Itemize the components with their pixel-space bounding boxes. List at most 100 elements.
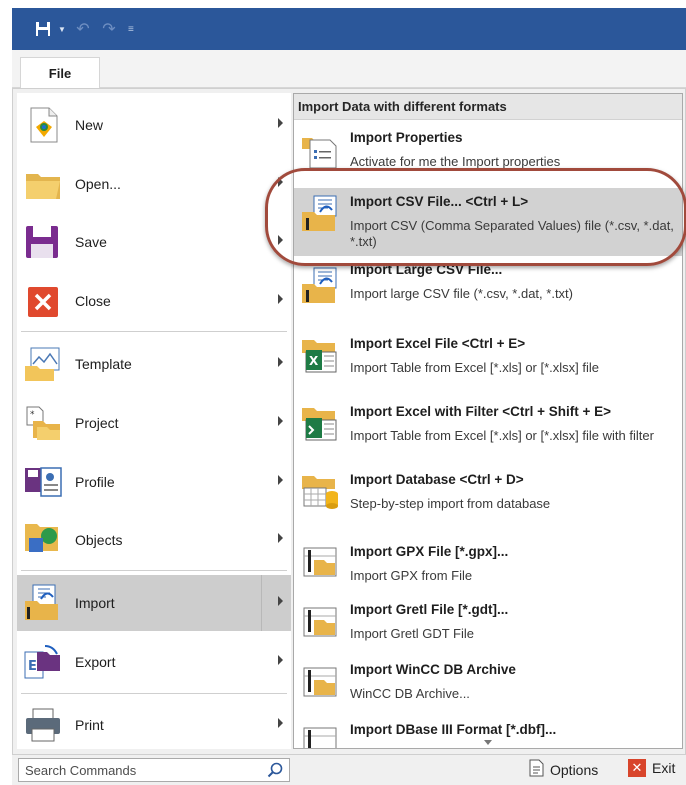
chevron-right-icon: [278, 235, 283, 245]
title-bar: ▼ ↶ ↷ ≡: [12, 8, 686, 50]
menu-item-export[interactable]: E Export: [17, 634, 291, 690]
submenu-item-description: Import CSV (Comma Separated Values) file…: [350, 218, 674, 249]
menu-item-label: Print: [75, 717, 104, 733]
options-icon: [528, 759, 544, 780]
import-excel-icon: X: [300, 334, 340, 374]
exit-button[interactable]: ✕ Exit: [628, 759, 675, 777]
submenu-item-title: Import Gretl File [*.gdt]...: [350, 602, 509, 617]
submenu-item-description: Import Table from Excel [*.xls] or [*.xl…: [350, 360, 599, 375]
export-icon: E: [23, 642, 63, 682]
submenu-item-title: Import DBase III Format [*.dbf]...: [350, 722, 557, 737]
menu-item-new[interactable]: New: [17, 97, 291, 153]
submenu-item-title: Import GPX File [*.gpx]...: [350, 544, 509, 559]
left-command-list: New Open... Save Close Template * Projec…: [17, 93, 291, 749]
close-icon: [23, 281, 63, 321]
menu-item-close[interactable]: Close: [17, 273, 291, 329]
profile-icon: [23, 462, 63, 502]
submenu-item-title: Import Database <Ctrl + D>: [350, 472, 524, 487]
search-placeholder: Search Commands: [25, 762, 137, 778]
import-csv-icon: [300, 194, 340, 234]
submenu-item-import-csv[interactable]: Import CSV File... <Ctrl + L> Import CSV…: [294, 188, 682, 256]
objects-icon: [23, 520, 63, 560]
backstage-footer: Search Commands Options ✕ Exit: [12, 755, 686, 785]
menu-item-label: Template: [75, 356, 132, 372]
project-icon: *: [23, 403, 63, 443]
menu-item-label: Project: [75, 415, 119, 431]
import-gretl-icon: [300, 598, 340, 638]
folder-open-icon: [23, 164, 63, 204]
chevron-right-icon: [278, 416, 283, 426]
menu-item-label: Export: [75, 654, 116, 670]
search-icon[interactable]: [267, 762, 283, 781]
save-icon: [23, 222, 63, 262]
customize-toolbar-icon[interactable]: ≡: [128, 24, 134, 35]
divider: [21, 570, 287, 571]
options-button[interactable]: Options: [528, 759, 598, 780]
submenu-item-description: Activate for me the Import properties: [350, 154, 561, 169]
chevron-down-icon[interactable]: ▼: [58, 25, 68, 34]
chevron-right-icon: [278, 655, 283, 665]
submenu-item-description: WinCC DB Archive...: [350, 686, 470, 701]
ribbon-tab-strip: File: [12, 50, 686, 88]
search-input[interactable]: Search Commands: [18, 758, 290, 782]
chevron-right-icon: [278, 718, 283, 728]
chevron-right-icon: [278, 475, 283, 485]
chevron-right-icon: [278, 596, 283, 606]
divider: [21, 331, 287, 332]
tab-file[interactable]: File: [20, 57, 100, 88]
quick-access-toolbar: ▼ ↶ ↷ ≡: [32, 20, 134, 38]
undo-icon[interactable]: ↶: [72, 20, 94, 38]
template-icon: [23, 344, 63, 384]
properties-icon: [300, 130, 340, 170]
submenu-item-import-gpx[interactable]: Import GPX File [*.gpx]... Import GPX fr…: [294, 532, 682, 590]
chevron-right-icon: [278, 357, 283, 367]
svg-text:*: *: [30, 410, 35, 420]
menu-item-print[interactable]: Print: [17, 697, 291, 753]
submenu-item-import-excel-filter[interactable]: Import Excel with Filter <Ctrl + Shift +…: [294, 396, 682, 460]
menu-item-project[interactable]: * Project: [17, 395, 291, 451]
import-wincc-icon: [300, 658, 340, 698]
menu-item-label: New: [75, 117, 104, 133]
submenu-item-title: Import Properties: [350, 130, 463, 145]
import-large-csv-icon: [300, 266, 340, 306]
chevron-right-icon: [278, 118, 283, 128]
menu-item-template[interactable]: Template: [17, 336, 291, 392]
import-gpx-icon: [300, 538, 340, 578]
submenu-item-description: Import Gretl GDT File: [350, 626, 475, 641]
print-icon: [23, 705, 63, 745]
exit-icon: ✕: [628, 759, 646, 777]
import-icon: [23, 583, 63, 623]
submenu-item-title: Import CSV File... <Ctrl + L>: [350, 194, 529, 209]
import-dbase-icon: [300, 718, 340, 748]
submenu-item-description: Import GPX from File: [350, 568, 473, 583]
submenu-split[interactable]: [261, 575, 291, 631]
submenu-item-description: Import Table from Excel [*.xls] or [*.xl…: [350, 428, 654, 443]
submenu-item-title: Import Excel with Filter <Ctrl + Shift +…: [350, 404, 612, 419]
submenu-item-import-database[interactable]: Import Database <Ctrl + D> Step-by-step …: [294, 464, 682, 528]
chevron-right-icon: [278, 294, 283, 304]
menu-item-save[interactable]: Save: [17, 214, 291, 270]
import-database-icon: [300, 470, 340, 510]
file-backstage-menu: New Open... Save Close Template * Projec…: [12, 88, 686, 755]
redo-icon[interactable]: ↷: [98, 20, 120, 38]
submenu-item-description: Import large CSV file (*.csv, *.dat, *.t…: [350, 286, 573, 301]
submenu-item-import-properties[interactable]: Import Properties Activate for me the Im…: [294, 124, 682, 184]
menu-item-label: Close: [75, 293, 111, 309]
menu-item-label: Open...: [75, 176, 121, 192]
submenu-item-import-large-csv[interactable]: Import Large CSV File... Import large CS…: [294, 260, 682, 324]
submenu-item-import-wincc[interactable]: Import WinCC DB Archive WinCC DB Archive…: [294, 652, 682, 710]
options-label: Options: [550, 761, 599, 778]
submenu-item-title: Import Excel File <Ctrl + E>: [350, 336, 526, 351]
submenu-item-title: Import WinCC DB Archive: [350, 662, 516, 677]
submenu-item-import-excel[interactable]: X Import Excel File <Ctrl + E> Import Ta…: [294, 328, 682, 392]
menu-item-label: Objects: [75, 532, 123, 548]
submenu-item-import-gretl[interactable]: Import Gretl File [*.gdt]... Import Gret…: [294, 592, 682, 650]
menu-item-profile[interactable]: Profile: [17, 454, 291, 510]
menu-item-import[interactable]: Import: [17, 575, 291, 631]
svg-text:E: E: [28, 659, 37, 674]
menu-item-objects[interactable]: Objects: [17, 512, 291, 568]
submenu-item-description: Step-by-step import from database: [350, 496, 551, 511]
scroll-down-icon[interactable]: [484, 740, 492, 745]
save-icon[interactable]: [32, 20, 54, 38]
menu-item-open[interactable]: Open...: [17, 156, 291, 212]
